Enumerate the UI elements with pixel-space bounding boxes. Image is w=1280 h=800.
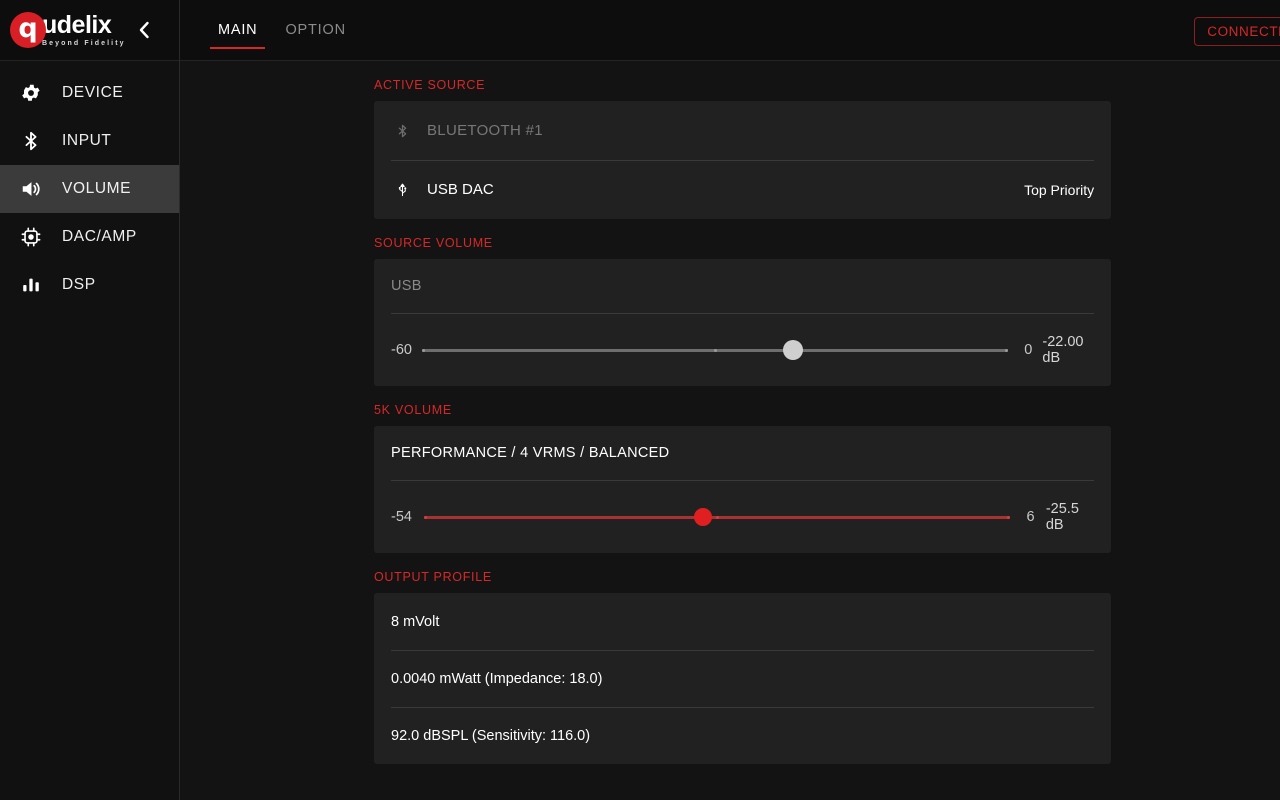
tab-option[interactable]: OPTION bbox=[271, 0, 359, 60]
device-volume-value: -25.5 dB bbox=[1045, 501, 1079, 533]
sidebar-item-volume[interactable]: VOLUME bbox=[0, 165, 179, 213]
logo-mark-letter: q bbox=[18, 13, 38, 44]
slider-max-label: 6 bbox=[1026, 509, 1035, 525]
sidebar-item-dsp[interactable]: DSP bbox=[0, 261, 179, 309]
slider-thumb[interactable] bbox=[693, 508, 712, 526]
app-root: q udelix Beyond Fidelity DEVICE INPUT VO… bbox=[0, 0, 1280, 800]
source-volume-slider[interactable] bbox=[422, 340, 1009, 360]
slider-thumb[interactable] bbox=[783, 340, 804, 360]
gear-icon bbox=[18, 80, 44, 106]
tab-bar: MAIN OPTION bbox=[180, 0, 360, 60]
status-badge[interactable]: CONNECTED bbox=[1194, 17, 1280, 46]
source-volume-name: USB bbox=[391, 259, 1095, 314]
source-volume-value: -22.00 dB bbox=[1042, 334, 1084, 366]
source-row-usb-dac[interactable]: USB DAC Top Priority bbox=[374, 160, 1111, 219]
output-profile-row: 92.0 dBSPL (Sensitivity: 116.0) bbox=[374, 707, 1111, 764]
section-title-device-volume: 5K VOLUME bbox=[374, 403, 452, 417]
source-label: USB DAC bbox=[427, 181, 494, 198]
source-row-bluetooth[interactable]: BLUETOOTH #1 bbox=[374, 101, 1111, 160]
device-volume-name: PERFORMANCE / 4 VRMS / BALANCED bbox=[391, 426, 1095, 481]
usb-icon bbox=[391, 180, 413, 200]
sidebar-nav: DEVICE INPUT VOLUME DAC/AMP DSP bbox=[0, 61, 179, 309]
tab-main[interactable]: MAIN bbox=[204, 0, 271, 60]
sections: ACTIVE SOURCE BLUETOOTH #1 USB DAC Top P… bbox=[180, 61, 1280, 764]
speaker-icon bbox=[18, 176, 44, 202]
sidebar-item-label: VOLUME bbox=[62, 180, 132, 197]
sidebar-item-label: DSP bbox=[62, 276, 96, 293]
source-label: BLUETOOTH #1 bbox=[427, 122, 543, 139]
sidebar-item-label: DAC/AMP bbox=[62, 228, 137, 245]
slider-min-label: -60 bbox=[391, 342, 412, 358]
slider-tick-mid bbox=[714, 348, 718, 352]
slider-tick-end bbox=[1005, 348, 1009, 352]
logo-wordmark: udelix bbox=[42, 11, 112, 39]
device-volume-slider-row: -54 6 -25.5 dB bbox=[391, 481, 1094, 553]
logo-text: udelix Beyond Fidelity bbox=[42, 11, 126, 48]
output-profile-row: 8 mVolt bbox=[391, 613, 440, 630]
sidebar-item-label: DEVICE bbox=[62, 84, 124, 101]
logo-mark-icon: q bbox=[10, 12, 46, 48]
sidebar-item-label: INPUT bbox=[62, 132, 112, 149]
source-volume-slider-row: -60 0 -22.00 dB bbox=[391, 314, 1094, 386]
content-scroll: ACTIVE SOURCE BLUETOOTH #1 USB DAC Top P… bbox=[180, 61, 1280, 800]
section-title-source-volume: SOURCE VOLUME bbox=[374, 236, 493, 250]
slider-tick-end bbox=[1007, 515, 1011, 519]
slider-max-label: 0 bbox=[1024, 342, 1033, 358]
device-volume-card: PERFORMANCE / 4 VRMS / BALANCED -54 6 -2… bbox=[374, 426, 1112, 553]
bars-icon bbox=[18, 272, 44, 298]
active-source-card: BLUETOOTH #1 USB DAC Top Priority bbox=[374, 101, 1112, 219]
sidebar-item-device[interactable]: DEVICE bbox=[0, 69, 179, 117]
slider-min-label: -54 bbox=[391, 509, 412, 525]
chip-icon bbox=[18, 224, 44, 250]
device-volume-slider[interactable] bbox=[424, 507, 1011, 527]
collapse-sidebar-button[interactable] bbox=[138, 21, 150, 39]
output-profile-card: 8 mVolt 0.0040 mWatt (Impedance: 18.0) 9… bbox=[374, 593, 1112, 764]
source-right-label: Top Priority bbox=[1024, 181, 1095, 198]
source-volume-card: USB -60 0 -22.00 dB bbox=[374, 259, 1112, 386]
logo-tagline: Beyond Fidelity bbox=[42, 40, 126, 47]
tab-label: OPTION bbox=[285, 22, 346, 38]
sidebar-item-dac-amp[interactable]: DAC/AMP bbox=[0, 213, 179, 261]
bluetooth-icon bbox=[391, 121, 413, 141]
sidebar: q udelix Beyond Fidelity DEVICE INPUT VO… bbox=[0, 0, 180, 800]
topbar: MAIN OPTION CONNECTED bbox=[180, 0, 1280, 61]
tab-label: MAIN bbox=[218, 22, 258, 38]
section-title-output-profile: OUTPUT PROFILE bbox=[374, 570, 492, 584]
bluetooth-icon bbox=[18, 128, 44, 154]
sidebar-item-input[interactable]: INPUT bbox=[0, 117, 179, 165]
brand-bar: q udelix Beyond Fidelity bbox=[0, 0, 179, 61]
section-title-active-source: ACTIVE SOURCE bbox=[374, 78, 486, 92]
logo[interactable]: q udelix Beyond Fidelity bbox=[10, 12, 126, 48]
main-area: MAIN OPTION CONNECTED ACTIVE SOURCE bbox=[180, 0, 1280, 800]
slider-tick-start bbox=[422, 348, 426, 352]
chevron-left-icon bbox=[139, 21, 149, 39]
output-profile-row: 0.0040 mWatt (Impedance: 18.0) bbox=[374, 650, 1111, 707]
